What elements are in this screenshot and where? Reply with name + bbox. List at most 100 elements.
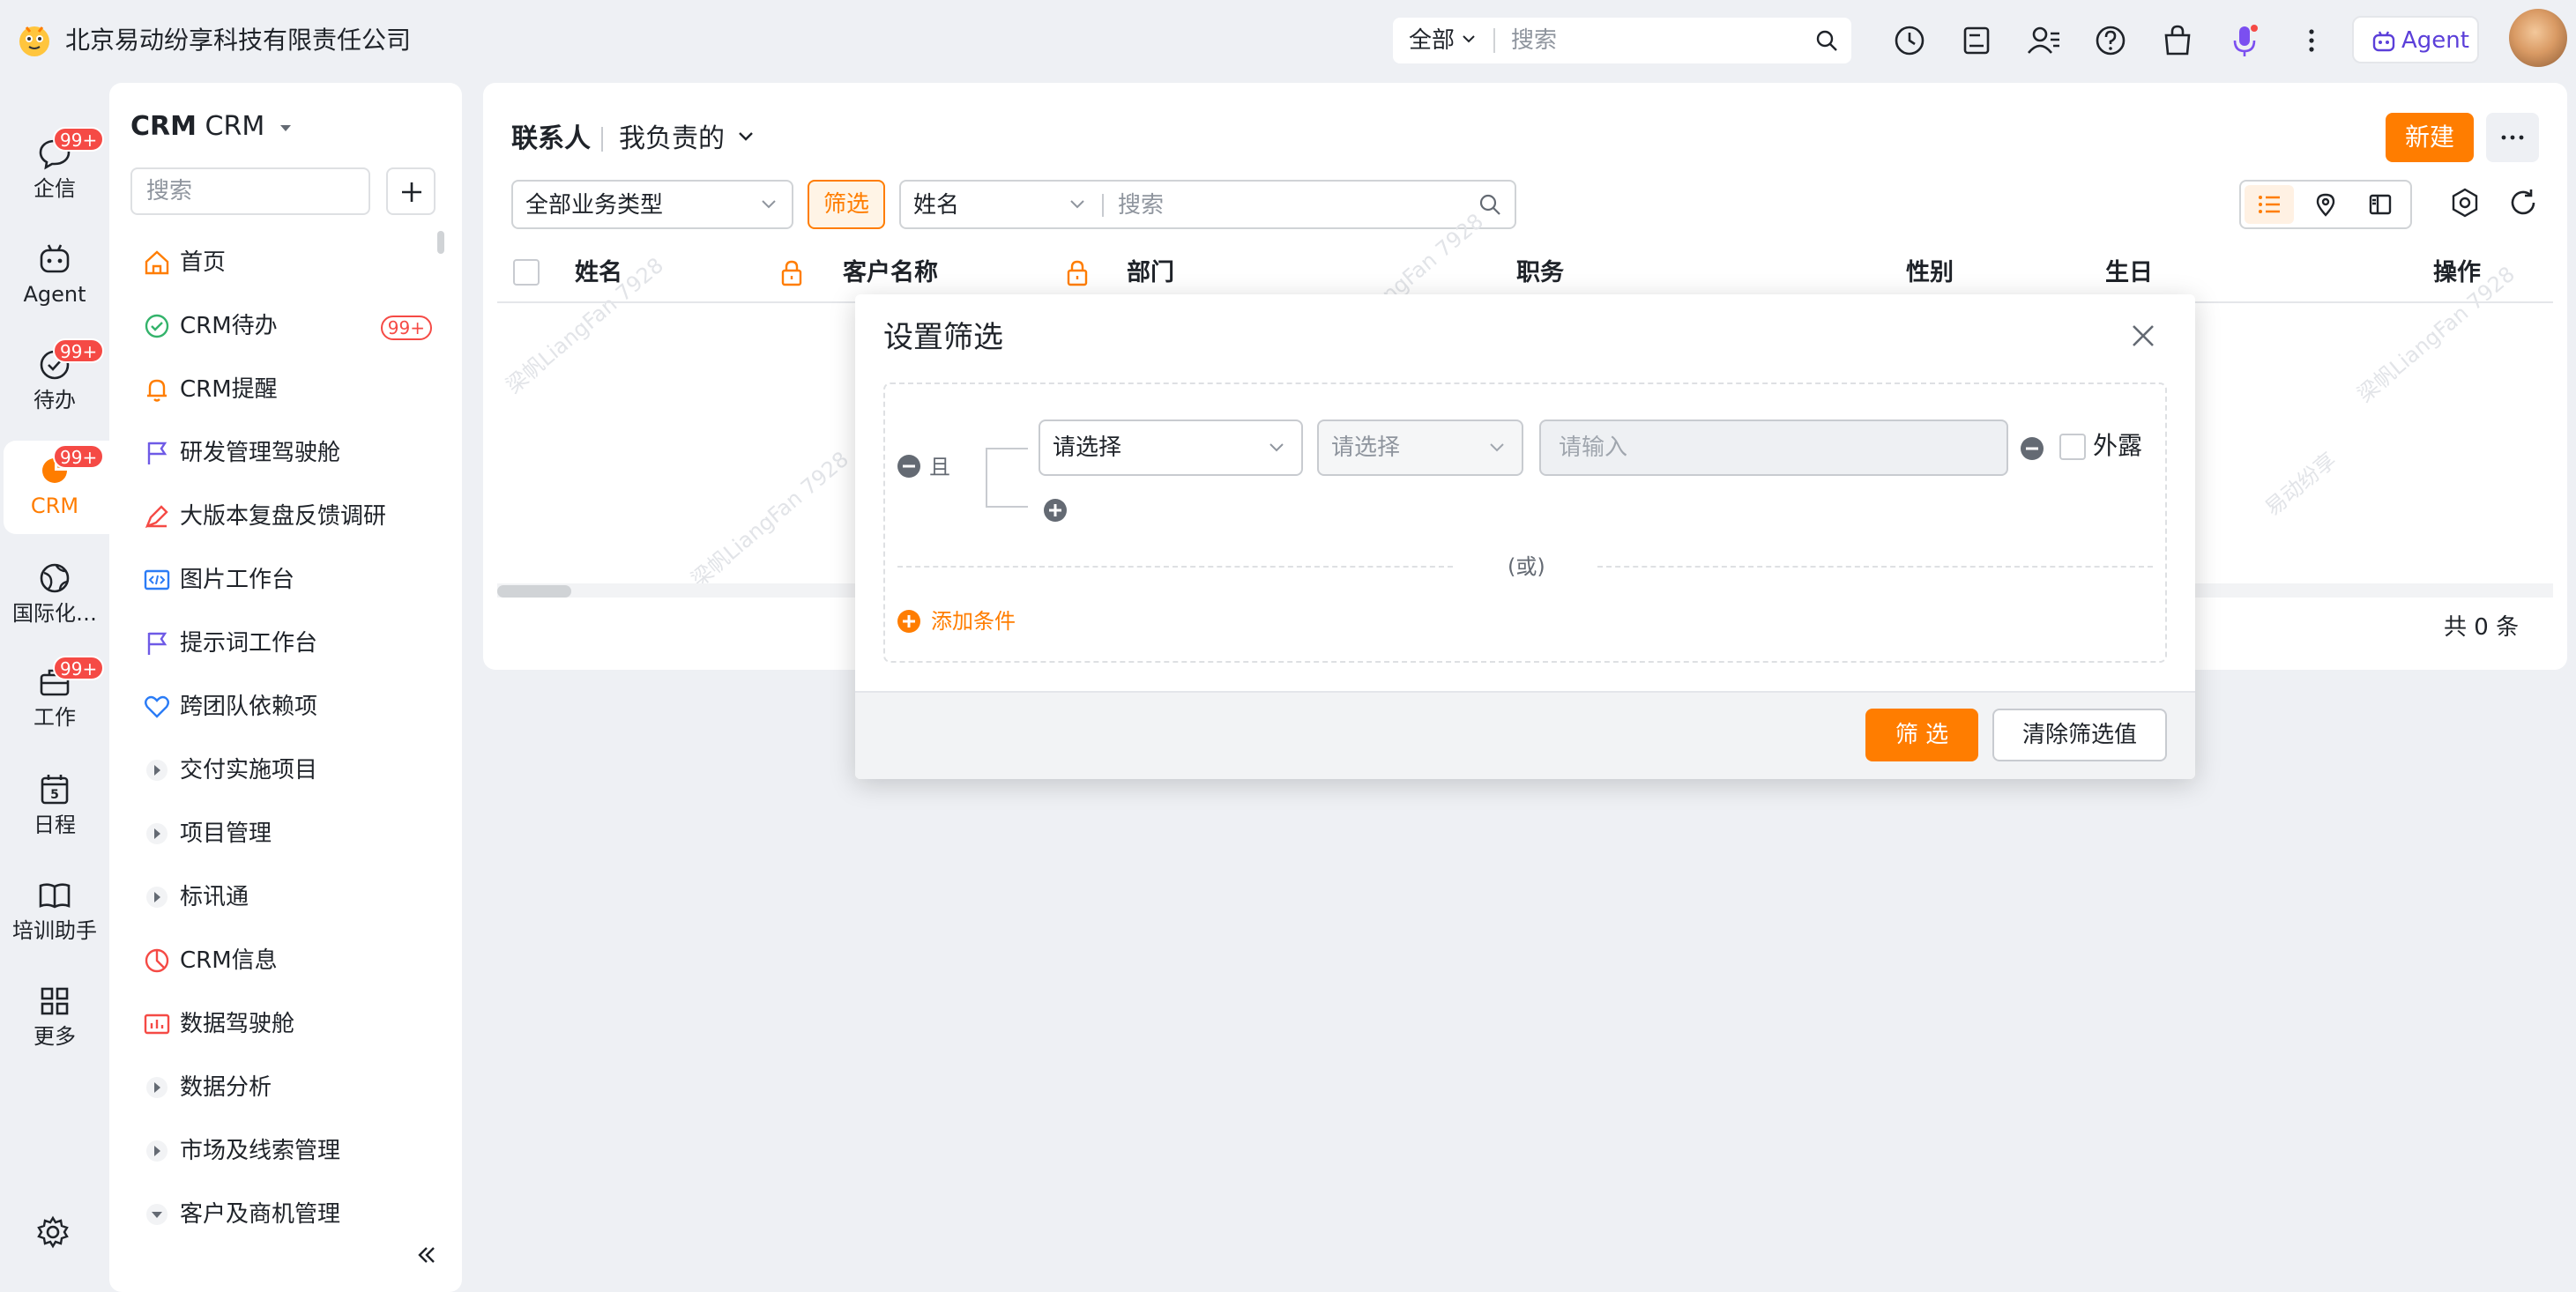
nav-item-label: 大版本复盘反馈调研 bbox=[180, 503, 387, 530]
column-header-gender[interactable]: 性别 bbox=[1906, 252, 1954, 294]
rail-label: 国际化… bbox=[12, 601, 97, 626]
mic-icon[interactable] bbox=[2225, 21, 2264, 60]
search-input[interactable]: 搜索 bbox=[1118, 189, 1164, 222]
rail-item-work[interactable]: 99+ 工作 bbox=[0, 656, 109, 735]
rail-item-calendar[interactable]: 5 日程 bbox=[0, 772, 109, 843]
chevron-down-icon[interactable] bbox=[737, 130, 755, 143]
location-pin-icon bbox=[2316, 193, 2335, 217]
history-icon[interactable] bbox=[1890, 21, 1929, 60]
nav-item-label: 数据分析 bbox=[180, 1074, 272, 1101]
notes-icon[interactable] bbox=[1957, 21, 1996, 60]
nav-title[interactable]: CRM CRM bbox=[130, 109, 293, 145]
value-input[interactable]: 请输入 bbox=[1539, 420, 2008, 476]
and-label: 且 bbox=[929, 455, 950, 479]
view-selector[interactable]: 我负责的 bbox=[619, 122, 725, 157]
chevron-down-icon bbox=[762, 200, 776, 209]
more-vertical-icon[interactable] bbox=[2292, 21, 2331, 60]
agent-button[interactable]: Agent bbox=[2352, 16, 2479, 63]
dashboard-icon bbox=[144, 1014, 170, 1035]
code-image-icon bbox=[144, 569, 170, 590]
rail-item-training[interactable]: 培训助手 bbox=[0, 878, 109, 948]
column-header-birthday[interactable]: 生日 bbox=[2105, 252, 2153, 294]
nav-item-label: 首页 bbox=[180, 249, 227, 276]
nav-item-crm-reminder[interactable]: CRM提醒 bbox=[143, 370, 443, 409]
column-header-customer[interactable]: 客户名称 bbox=[843, 252, 938, 294]
search-input[interactable]: 搜索 bbox=[1511, 23, 1557, 58]
nav-item-prompt-workbench[interactable]: 提示词工作台 bbox=[143, 624, 443, 663]
scrollbar-thumb[interactable] bbox=[497, 585, 571, 598]
rail-label: 培训助手 bbox=[12, 918, 97, 943]
collapse-sidebar-icon[interactable] bbox=[414, 1243, 439, 1267]
nav-item-home[interactable]: 首页 bbox=[143, 243, 443, 282]
new-button[interactable]: 新建 bbox=[2386, 113, 2474, 162]
nav-item-rd-cockpit[interactable]: 研发管理驾驶舱 bbox=[143, 434, 443, 472]
divider bbox=[601, 127, 603, 152]
add-sub-condition-icon[interactable] bbox=[1042, 497, 1068, 523]
field-select[interactable]: 请选择 bbox=[1039, 420, 1303, 476]
nav-item-feedback-survey[interactable]: 大版本复盘反馈调研 bbox=[143, 497, 443, 536]
column-header-department[interactable]: 部门 bbox=[1127, 252, 1174, 294]
nav-item-delivery[interactable]: 交付实施项目 bbox=[143, 751, 443, 790]
bag-icon[interactable] bbox=[2158, 21, 2197, 60]
rail-item-more[interactable]: 更多 bbox=[0, 984, 109, 1054]
search-icon[interactable] bbox=[1814, 28, 1839, 53]
divider bbox=[897, 566, 1453, 568]
split-view-button[interactable] bbox=[2356, 185, 2405, 224]
remove-condition-icon[interactable] bbox=[2019, 435, 2045, 462]
rail-item-crm[interactable]: 99+ CRM bbox=[0, 444, 109, 523]
nav-add-button[interactable] bbox=[386, 167, 436, 215]
rail-item-agent[interactable]: Agent bbox=[0, 241, 109, 312]
search-field-select[interactable]: 姓名 bbox=[913, 189, 959, 222]
business-type-select[interactable]: 全部业务类型 bbox=[511, 180, 793, 229]
heart-icon bbox=[145, 695, 169, 718]
add-condition-label: 添加条件 bbox=[931, 609, 1016, 634]
nav-item-bid-info[interactable]: 标讯通 bbox=[143, 878, 443, 917]
select-all-checkbox[interactable] bbox=[513, 259, 540, 286]
nav-item-market-leads[interactable]: 市场及线索管理 bbox=[143, 1132, 443, 1170]
nav-item-crm-info[interactable]: CRM信息 bbox=[143, 941, 443, 980]
column-header-actions: 操作 bbox=[2433, 259, 2481, 286]
apply-filter-button[interactable]: 筛 选 bbox=[1865, 709, 1978, 761]
filter-button[interactable]: 筛选 bbox=[808, 180, 885, 229]
nav-search-input[interactable]: 搜索 bbox=[130, 167, 370, 215]
nav-item-cross-team[interactable]: 跨团队依赖项 bbox=[143, 687, 443, 726]
notification-badge: 99+ bbox=[53, 656, 105, 680]
rail-item-chat[interactable]: 99+ 企信 bbox=[0, 127, 109, 206]
operator-select[interactable]: 请选择 bbox=[1317, 420, 1523, 476]
contacts-icon[interactable] bbox=[2024, 21, 2063, 60]
refresh-icon[interactable] bbox=[2507, 187, 2539, 219]
rail-item-intl[interactable]: 国际化… bbox=[0, 561, 109, 631]
nav-item-label: 客户及商机管理 bbox=[180, 1201, 341, 1228]
caret-right-icon bbox=[146, 1077, 168, 1098]
rail-item-todo[interactable]: 99+ 待办 bbox=[0, 338, 109, 418]
clear-filter-button[interactable]: 清除筛选值 bbox=[1992, 709, 2167, 761]
help-icon[interactable] bbox=[2091, 21, 2130, 60]
caret-right-icon bbox=[146, 887, 168, 908]
field-search[interactable]: 姓名 搜索 bbox=[899, 180, 1516, 229]
column-settings-icon[interactable] bbox=[2449, 187, 2481, 219]
rail-label: Agent bbox=[23, 282, 86, 307]
list-view-button[interactable] bbox=[2245, 185, 2294, 224]
nav-item-data-cockpit[interactable]: 数据驾驶舱 bbox=[143, 1005, 443, 1043]
nav-item-customer-opps[interactable]: 客户及商机管理 bbox=[143, 1195, 443, 1234]
column-header-name[interactable]: 姓名 bbox=[575, 252, 622, 294]
column-header-position[interactable]: 职务 bbox=[1516, 252, 1564, 294]
chevron-down-icon bbox=[1490, 443, 1504, 452]
global-search[interactable]: 全部 搜索 bbox=[1393, 18, 1851, 63]
search-scope-select[interactable]: 全部 bbox=[1409, 23, 1455, 58]
book-icon bbox=[39, 883, 71, 909]
more-actions-button[interactable] bbox=[2486, 113, 2539, 162]
rail-label: 工作 bbox=[34, 705, 76, 730]
nav-item-crm-todo[interactable]: CRM待办 99+ bbox=[143, 307, 443, 345]
nav-item-project-mgmt[interactable]: 项目管理 bbox=[143, 814, 443, 853]
search-icon[interactable] bbox=[1478, 192, 1502, 217]
map-view-button[interactable] bbox=[2301, 185, 2350, 224]
minus-circle-icon[interactable] bbox=[896, 453, 922, 479]
settings-gear-icon[interactable] bbox=[35, 1214, 71, 1250]
expose-checkbox[interactable] bbox=[2059, 434, 2086, 460]
flag-icon bbox=[147, 632, 168, 655]
close-icon[interactable] bbox=[2130, 323, 2156, 349]
avatar[interactable] bbox=[2509, 9, 2567, 67]
nav-item-image-workbench[interactable]: 图片工作台 bbox=[143, 561, 443, 599]
nav-item-data-analysis[interactable]: 数据分析 bbox=[143, 1068, 443, 1107]
